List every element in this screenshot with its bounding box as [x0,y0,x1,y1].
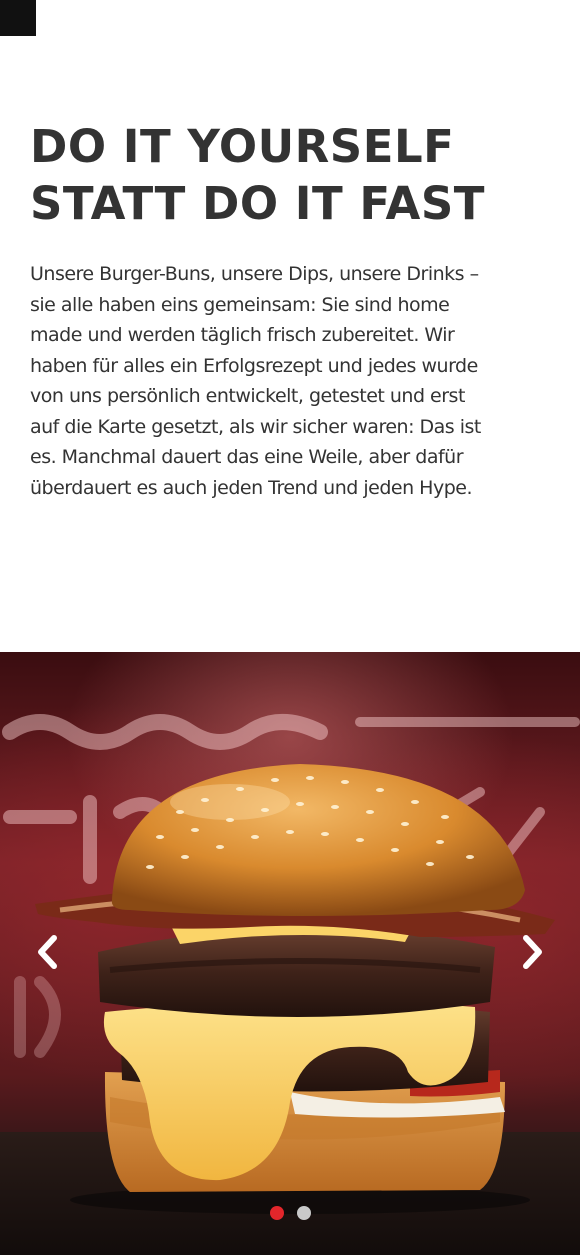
headline-line-2: STATT DO IT FAST [30,177,485,230]
section-headline: DO IT YOURSELF STATT DO IT FAST [30,118,550,232]
headline-line-1: DO IT YOURSELF [30,120,455,173]
burger-slide-image [0,652,580,1255]
slider-pagination [0,1206,580,1220]
slider-prev-button[interactable] [26,930,70,974]
paragraph-line: von uns persönlich entwickelt, getestet … [30,385,465,407]
slider-dot-1[interactable] [269,1206,284,1220]
burger-illustration [0,714,580,1255]
paragraph-line: überdauert es auch jeden Trend und jeden… [30,476,473,499]
paragraph-line: sie alle haben eins gemeinsam: Sie sind … [30,293,450,316]
chevron-right-icon [523,935,542,969]
paragraph-line: haben für alles ein Erfolgsrezept und je… [30,354,478,377]
paragraph-line: es. Manchmal dauert das eine Weile, aber… [30,446,464,468]
image-slider[interactable] [0,652,580,1255]
paragraph-line: auf die Karte gesetzt, als wir sicher wa… [30,415,481,438]
intro-paragraph: Unsere Burger-Buns, unsere Dips, unsere … [30,259,555,503]
paragraph-line: made und werden täglich frisch zubereite… [30,324,455,346]
menu-toggle[interactable] [0,0,36,36]
paragraph-line: Unsere Burger-Buns, unsere Dips, unsere … [30,263,479,285]
slider-next-button[interactable] [510,930,554,974]
slider-dot-2[interactable] [296,1206,311,1220]
chevron-left-icon [38,935,57,969]
